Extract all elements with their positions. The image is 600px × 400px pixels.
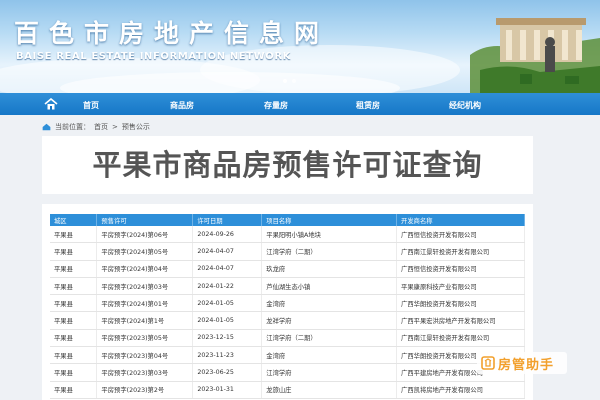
cell-permit: 平房预字(2024)第06号 bbox=[96, 226, 194, 244]
table-row[interactable]: 平果县 平房预字(2024)第1号 2024-01-05 龙祥学府 广西平果宏洪房地产开… bbox=[50, 311, 525, 330]
table-row[interactable]: 平果县 平房预字(2024)第05号 2024-04-07 江湾学府（二期） 广西南江景… bbox=[50, 242, 525, 261]
cell-developer: 广西华朗投资开发有限公司 bbox=[396, 294, 525, 313]
cell-date: 2024-01-22 bbox=[192, 277, 263, 296]
cell-district: 平果县 bbox=[50, 277, 98, 296]
cell-developer: 广西恒信投资开发有限公司 bbox=[396, 260, 525, 278]
main-nav: 首页 商品房 存量房 租赁房 经纪机构 bbox=[0, 93, 600, 115]
cell-district: 平果县 bbox=[50, 294, 98, 313]
cell-project[interactable]: 平果阳明小镇A地块 bbox=[261, 226, 398, 244]
site-subtitle: BAISE REAL ESTATE INFORMATION NETWORK bbox=[16, 51, 292, 62]
table-row[interactable]: 平果县 平房预字(2023)第05号 2023-12-15 江湾学府（二期） 广西南江景… bbox=[50, 329, 525, 348]
table-header-row: 城区 预售许可 许可日期 项目名称 开发商名称 bbox=[50, 214, 525, 226]
table-body: 平果县 平房预字(2024)第06号 2024-09-26 平果阳明小镇A地块 广西恒信… bbox=[50, 226, 525, 399]
cell-permit: 平房预字(2023)第03号 bbox=[96, 363, 194, 382]
cell-permit: 平房预字(2023)第05号 bbox=[96, 329, 194, 348]
column-header-permit: 预售许可 bbox=[96, 214, 194, 226]
cell-permit: 平房预字(2024)第05号 bbox=[96, 242, 194, 261]
breadcrumb-separator: > bbox=[112, 123, 118, 131]
column-header-developer: 开发商名称 bbox=[396, 214, 525, 226]
nav-item-rental[interactable]: 租赁房 bbox=[356, 100, 380, 111]
breadcrumb-home-link[interactable]: 首页 bbox=[94, 122, 108, 132]
breadcrumb-prefix: 当前位置： bbox=[55, 123, 90, 131]
site-title: 百色市房地产信息网 bbox=[14, 19, 330, 48]
table-row[interactable]: 平果县 平房预字(2024)第01号 2024-01-05 金湾府 广西华朗投资开发有限… bbox=[50, 294, 525, 313]
cell-date: 2024-01-05 bbox=[192, 294, 263, 313]
column-header-date: 许可日期 bbox=[192, 214, 263, 226]
cell-project[interactable]: 江湾学府 bbox=[261, 363, 398, 382]
cell-project[interactable]: 金湾府 bbox=[261, 346, 398, 365]
nav-item-agencies[interactable]: 经纪机构 bbox=[449, 100, 481, 111]
title-card: 平果市商品房预售许可证查询 bbox=[42, 136, 533, 194]
cell-permit: 平房预字(2024)第03号 bbox=[96, 277, 194, 296]
table-row[interactable]: 平果县 平房预字(2023)第04号 2023-11-23 金湾府 广西华朗投资开发有限… bbox=[50, 346, 525, 365]
column-header-district: 城区 bbox=[50, 214, 98, 226]
cell-district: 平果县 bbox=[50, 381, 98, 399]
cell-project[interactable]: 龙旅山庄 bbox=[261, 381, 398, 399]
breadcrumb: 当前位置： 首页 > 预售公示 bbox=[42, 122, 150, 132]
cell-date: 2024-04-07 bbox=[192, 260, 263, 278]
cell-date: 2024-04-07 bbox=[192, 242, 263, 261]
cell-developer: 广西南江景轩投资开发有限公司 bbox=[396, 329, 525, 348]
home-icon bbox=[42, 123, 51, 131]
column-header-project: 项目名称 bbox=[261, 214, 398, 226]
watermark-text: 房管助手 bbox=[498, 357, 555, 373]
table-row[interactable]: 平果县 平房预字(2024)第03号 2024-01-22 芦仙湖生态小镇 平果康原科技… bbox=[50, 277, 525, 296]
cell-date: 2024-09-26 bbox=[192, 226, 263, 244]
cell-district: 平果县 bbox=[50, 311, 98, 330]
cell-permit: 平房预字(2023)第04号 bbox=[96, 346, 194, 365]
cell-date: 2023-12-15 bbox=[192, 329, 263, 348]
breadcrumb-current: 预售公示 bbox=[121, 123, 150, 131]
results-panel: 城区 预售许可 许可日期 项目名称 开发商名称 平果县 平房预字(2024)第06… bbox=[42, 204, 533, 400]
cell-permit: 平房预字(2024)第1号 bbox=[96, 311, 194, 330]
cell-date: 2023-06-25 bbox=[192, 363, 263, 382]
cell-developer: 平果康原科技产业有限公司 bbox=[396, 277, 525, 296]
cell-permit: 平房预字(2023)第2号 bbox=[96, 381, 194, 399]
cell-developer: 广西南江景轩投资开发有限公司 bbox=[396, 242, 525, 261]
cell-district: 平果县 bbox=[50, 226, 98, 244]
nav-item-home[interactable]: 首页 bbox=[83, 100, 99, 111]
cell-project[interactable]: 江湾学府（二期） bbox=[261, 242, 398, 261]
nav-item-new-homes[interactable]: 商品房 bbox=[170, 100, 194, 111]
cell-developer: 广西凯将房地产开发有限公司 bbox=[396, 381, 525, 399]
table-row[interactable]: 平果县 平房预字(2024)第06号 2024-09-26 平果阳明小镇A地块 广西恒信… bbox=[50, 226, 525, 244]
cell-district: 平果县 bbox=[50, 363, 98, 382]
presale-permit-table: 城区 预售许可 许可日期 项目名称 开发商名称 平果县 平房预字(2024)第06… bbox=[50, 214, 525, 399]
cell-project[interactable]: 金湾府 bbox=[261, 294, 398, 313]
cell-date: 2024-01-05 bbox=[192, 311, 263, 330]
page-title: 平果市商品房预售许可证查询 bbox=[92, 148, 483, 182]
cell-date: 2023-11-23 bbox=[192, 346, 263, 365]
table-row[interactable]: 平果县 平房预字(2024)第04号 2024-04-07 玖龙府 广西恒信投资开发有限… bbox=[50, 260, 525, 278]
carousel-dot[interactable] bbox=[292, 79, 296, 83]
cell-district: 平果县 bbox=[50, 329, 98, 348]
cell-district: 平果县 bbox=[50, 242, 98, 261]
carousel-dots bbox=[283, 79, 296, 83]
cell-project[interactable]: 江湾学府（二期） bbox=[261, 329, 398, 348]
carousel-dot[interactable] bbox=[283, 79, 287, 83]
cell-district: 平果县 bbox=[50, 346, 98, 365]
cell-date: 2023-01-31 bbox=[192, 381, 263, 399]
table-row[interactable]: 平果县 平房预字(2023)第03号 2023-06-25 江湾学府 广西平建房地产开发… bbox=[50, 363, 525, 382]
header-banner: 百色市房地产信息网 BAISE REAL ESTATE INFORMATION … bbox=[0, 0, 600, 93]
cell-permit: 平房预字(2024)第04号 bbox=[96, 260, 194, 278]
cell-project[interactable]: 芦仙湖生态小镇 bbox=[261, 277, 398, 296]
cell-developer: 广西平果宏洪房地产开发有限公司 bbox=[396, 311, 525, 330]
house-manager-icon bbox=[481, 356, 495, 370]
cell-permit: 平房预字(2024)第01号 bbox=[96, 294, 194, 313]
nav-item-existing-homes[interactable]: 存量房 bbox=[264, 100, 288, 111]
cell-developer: 广西恒信投资开发有限公司 bbox=[396, 226, 525, 244]
app-watermark: 房管助手 bbox=[477, 352, 567, 374]
home-icon[interactable] bbox=[44, 98, 58, 110]
cell-project[interactable]: 玖龙府 bbox=[261, 260, 398, 278]
table-row[interactable]: 平果县 平房预字(2023)第2号 2023-01-31 龙旅山庄 广西凯将房地产开发有… bbox=[50, 381, 525, 399]
cell-project[interactable]: 龙祥学府 bbox=[261, 311, 398, 330]
cell-district: 平果县 bbox=[50, 260, 98, 278]
